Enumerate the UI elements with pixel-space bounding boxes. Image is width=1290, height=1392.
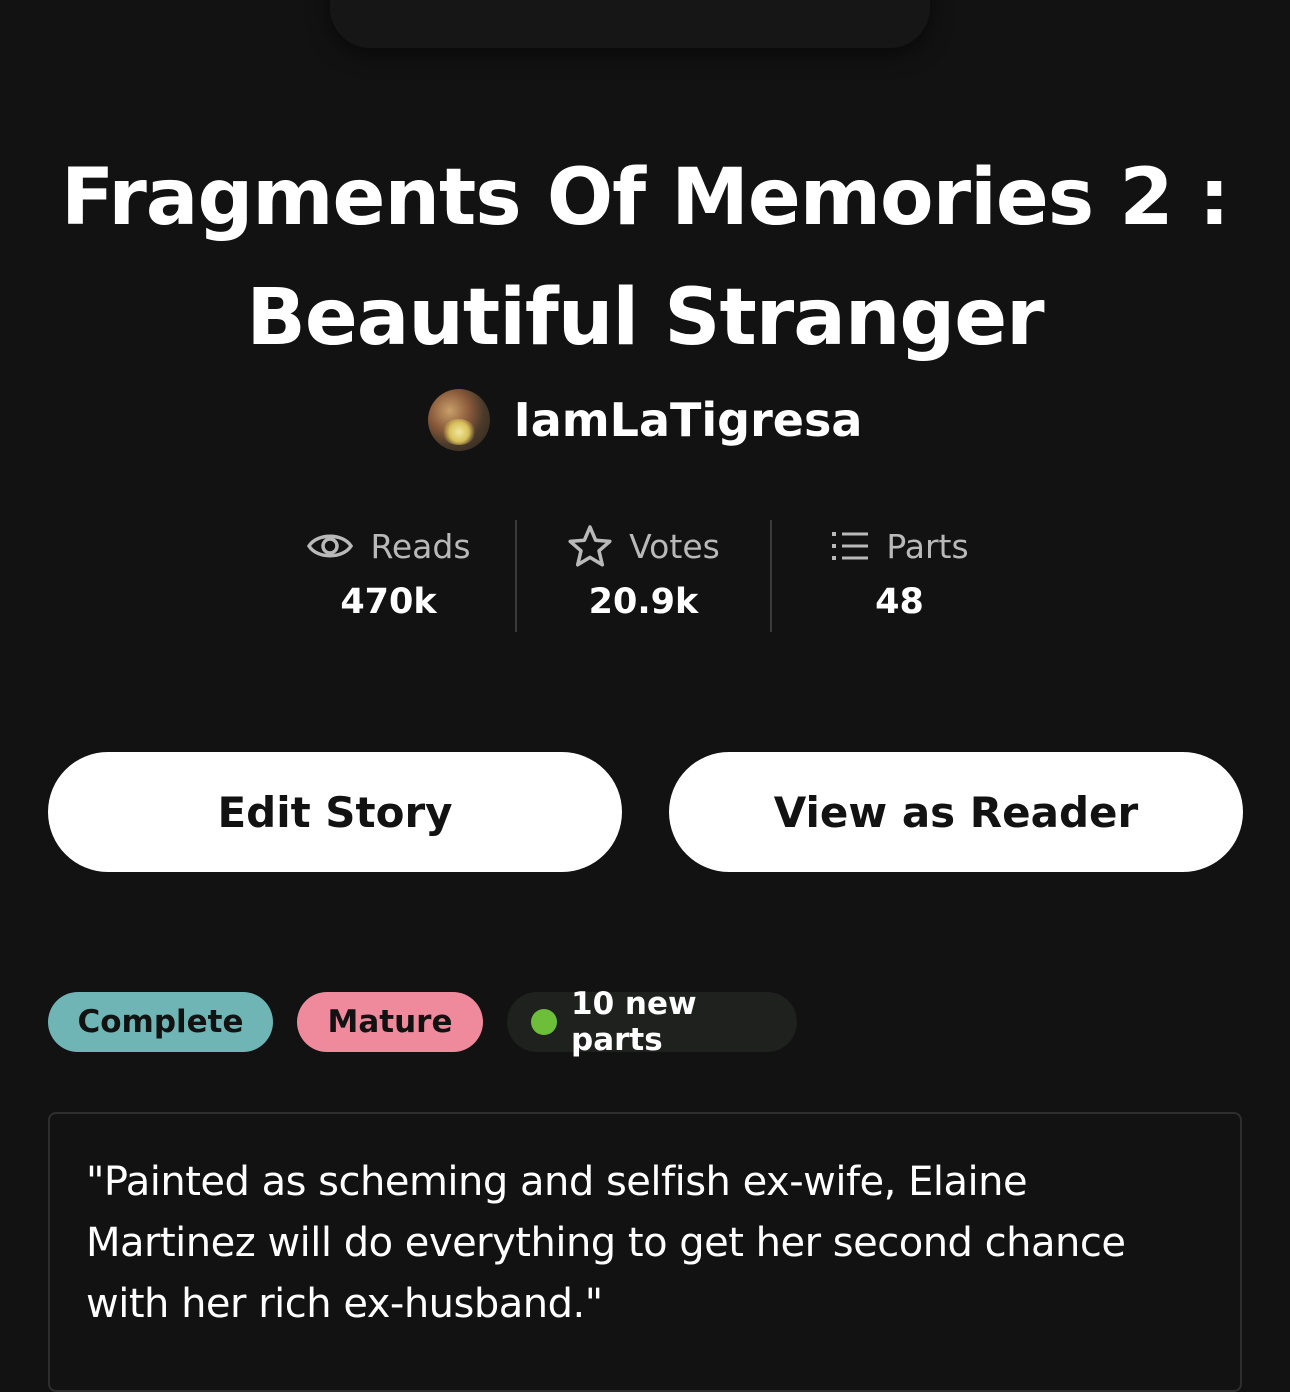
story-tags: Complete Mature 10 new parts xyxy=(48,986,797,1058)
complete-tag: Complete xyxy=(48,992,273,1052)
author-name[interactable]: IamLaTigresa xyxy=(514,393,863,447)
new-indicator-dot-icon xyxy=(531,1009,557,1035)
eye-icon xyxy=(307,534,354,558)
stat-label: Votes xyxy=(629,526,720,566)
story-title: Fragments Of Memories 2 : Beautiful Stra… xyxy=(61,153,1230,363)
stat-label: Parts xyxy=(886,526,969,566)
stat-value: 470k xyxy=(340,582,437,622)
stat-parts: Parts 48 xyxy=(772,520,1027,632)
story-stats: Reads 470k Votes 20.9k Parts 48 xyxy=(262,520,1028,632)
stat-reads: Reads 470k xyxy=(262,520,517,632)
mature-tag: Mature xyxy=(297,992,483,1052)
stat-votes: Votes 20.9k xyxy=(517,520,772,632)
list-icon xyxy=(832,532,869,560)
edit-story-button[interactable]: Edit Story xyxy=(48,752,622,872)
cover-image-edge xyxy=(330,0,930,48)
new-parts-label: 10 new parts xyxy=(571,986,697,1058)
description-box[interactable]: "Painted as scheming and selfish ex-wife… xyxy=(48,1112,1242,1392)
stat-value: 20.9k xyxy=(588,582,699,622)
author-avatar[interactable] xyxy=(427,389,490,451)
view-as-reader-button[interactable]: View as Reader xyxy=(669,752,1243,872)
stat-label: Reads xyxy=(370,526,471,566)
author-row[interactable]: IamLaTigresa xyxy=(0,386,1290,454)
star-icon xyxy=(568,525,612,567)
stat-value: 48 xyxy=(875,582,924,622)
new-parts-tag[interactable]: 10 new parts xyxy=(507,986,797,1058)
story-description: "Painted as scheming and selfish ex-wife… xyxy=(86,1159,1126,1327)
